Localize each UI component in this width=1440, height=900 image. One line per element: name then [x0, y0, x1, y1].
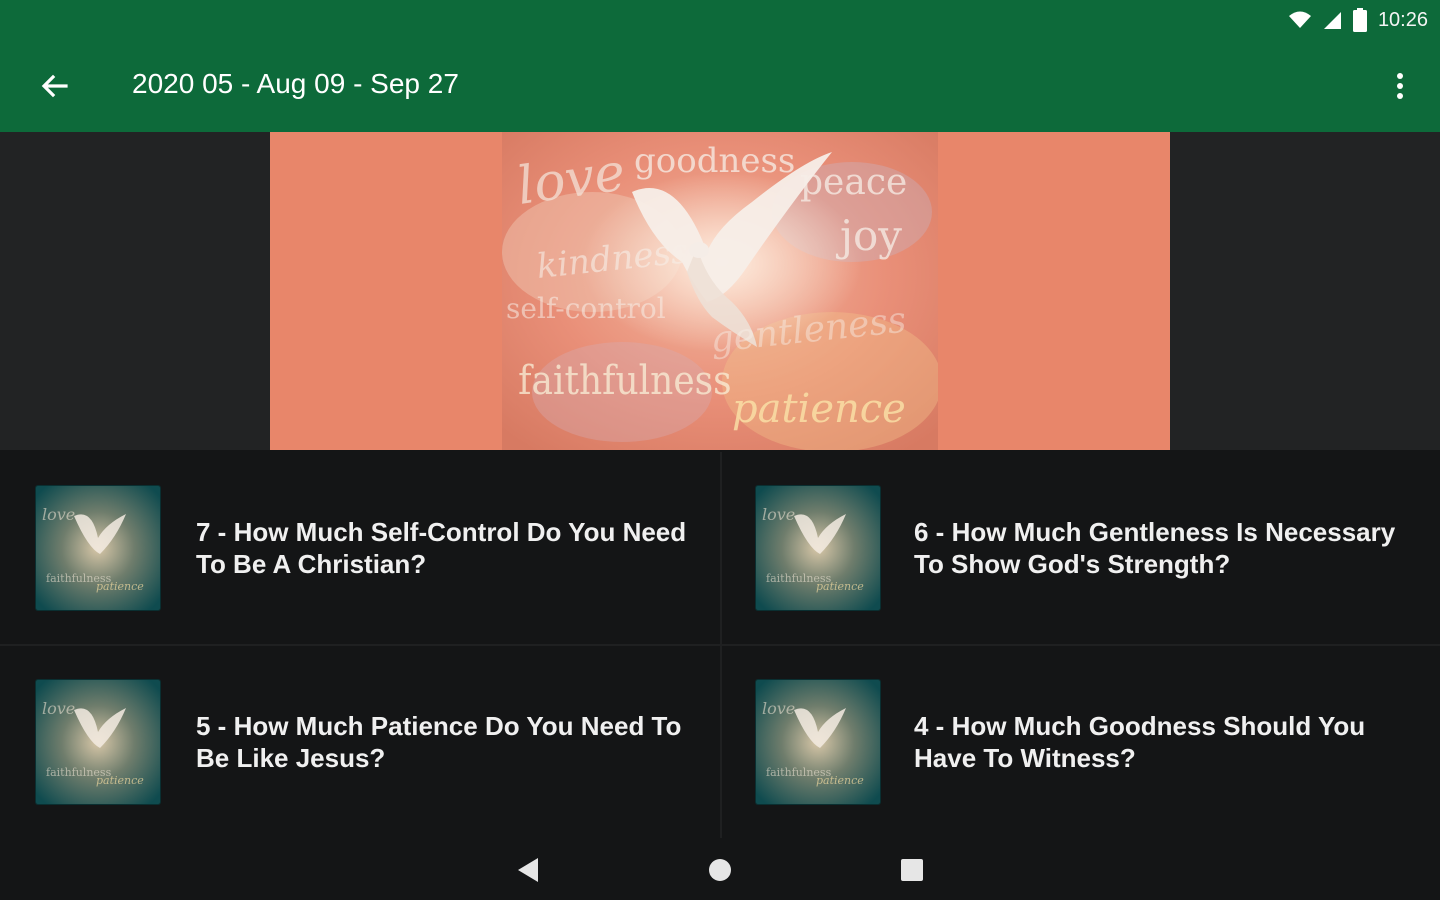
svg-text:patience: patience	[816, 580, 864, 593]
cell-signal-icon	[1323, 12, 1341, 29]
app-bar: 2020 05 - Aug 09 - Sep 27	[0, 40, 1440, 132]
svg-text:love: love	[762, 505, 795, 524]
svg-text:love: love	[42, 699, 75, 718]
episode-thumbnail: love faithfulness patience	[36, 680, 160, 804]
svg-text:patience: patience	[96, 774, 144, 787]
nav-home-button[interactable]	[698, 848, 742, 892]
svg-text:patience: patience	[96, 580, 144, 593]
episode-title: 4 - How Much Goodness Should You Have To…	[914, 711, 1366, 773]
system-nav-bar	[0, 838, 1440, 900]
nav-home-icon	[709, 859, 731, 881]
episode-title: 7 - How Much Self-Control Do You Need To…	[196, 517, 687, 579]
episode-title: 6 - How Much Gentleness Is Necessary To …	[914, 517, 1396, 579]
svg-text:joy: joy	[835, 211, 902, 260]
nav-back-icon	[518, 858, 538, 882]
nav-recents-icon	[901, 859, 923, 881]
episode-item[interactable]: love faithfulness patience 6 - How Much …	[722, 452, 1440, 645]
hero-panel: love goodness peace joy kindness self-co…	[270, 132, 1170, 450]
status-icons: 10:26	[1288, 6, 1428, 34]
hero-banner: love goodness peace joy kindness self-co…	[0, 132, 1440, 450]
nav-back-button[interactable]	[506, 848, 550, 892]
episode-thumbnail: love faithfulness patience	[36, 486, 160, 610]
status-time: 10:26	[1377, 8, 1428, 31]
svg-text:goodness: goodness	[634, 141, 795, 181]
fruit-of-spirit-dove-image: love goodness peace joy kindness self-co…	[502, 132, 938, 450]
page-title: 2020 05 - Aug 09 - Sep 27	[132, 68, 459, 99]
svg-text:peace: peace	[800, 162, 907, 203]
episode-title: 5 - How Much Patience Do You Need To Be …	[196, 711, 682, 773]
nav-recents-button[interactable]	[890, 848, 934, 892]
more-options-button[interactable]	[1382, 62, 1418, 110]
back-button[interactable]	[26, 62, 82, 110]
status-bar: 10:26	[0, 0, 1440, 40]
svg-text:self-control: self-control	[506, 292, 666, 325]
episode-item[interactable]: love faithfulness patience 7 - How Much …	[0, 452, 720, 645]
svg-text:patience: patience	[816, 774, 864, 787]
episode-thumbnail: love faithfulness patience	[756, 486, 880, 610]
svg-text:love: love	[42, 505, 75, 524]
episode-item[interactable]: love faithfulness patience 5 - How Much …	[0, 646, 720, 839]
episode-thumbnail: love faithfulness patience	[756, 680, 880, 804]
episode-grid: love faithfulness patience 7 - How Much …	[0, 452, 1440, 838]
episode-item[interactable]: love faithfulness patience 4 - How Much …	[722, 646, 1440, 839]
svg-text:patience: patience	[732, 386, 906, 432]
more-vert-icon	[1397, 73, 1403, 99]
svg-text:love: love	[762, 699, 795, 718]
wifi-icon	[1288, 11, 1311, 28]
arrow-back-icon	[41, 74, 68, 98]
svg-text:faithfulness: faithfulness	[518, 357, 731, 403]
battery-icon	[1352, 8, 1367, 32]
